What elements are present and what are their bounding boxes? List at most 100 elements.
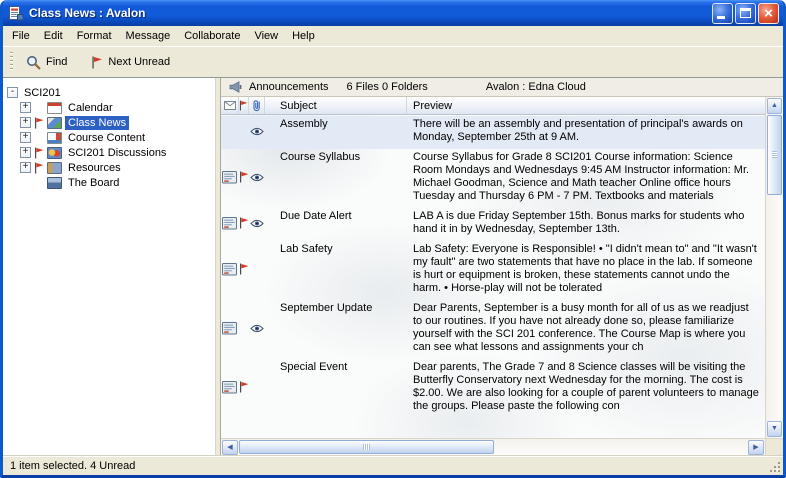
maximize-button[interactable] [735,3,756,24]
tree-item-label: Resources [65,161,124,175]
tree-item-the-board[interactable]: The Board [20,175,215,190]
vertical-scroll-thumb[interactable] [767,115,782,195]
unread-flag-icon [239,263,249,275]
message-preview: Lab Safety: Everyone is Responsible! • "… [407,243,765,295]
unread-flag-icon [239,381,249,393]
account-name: Avalon : Edna Cloud [486,81,586,93]
tree-root-sci201[interactable]: - SCI201 [7,85,215,100]
menu-item-collaborate[interactable]: Collaborate [177,27,247,45]
tree-root-label: SCI201 [21,86,64,100]
status-text: 1 item selected. 4 Unread [10,460,135,472]
vertical-scrollbar[interactable] [765,97,783,438]
message-row[interactable]: Assembly There will be an assembly and p… [221,116,765,149]
message-row[interactable]: Special Event Dear parents, The Grade 7 … [221,359,765,418]
horizontal-scroll-thumb[interactable] [239,440,494,454]
column-header-row: Subject Preview [221,97,765,115]
tree-expander-icon[interactable]: + [20,162,31,173]
scroll-right-button[interactable] [748,440,764,455]
close-button[interactable] [758,3,779,24]
tree-expander-icon[interactable]: + [20,102,31,113]
folder-icon [47,162,62,174]
folder-icon [47,132,62,144]
main-area: - SCI201 + Calendar + Class News + Cours… [3,77,783,455]
folder-icon [47,177,62,189]
tree-children: + Calendar + Class News + Course Content… [20,100,215,190]
minimize-button[interactable] [712,3,733,24]
app-icon [8,5,24,21]
column-header-type[interactable] [221,97,239,114]
envelope-icon [224,101,236,110]
menu-item-help[interactable]: Help [285,27,322,45]
tree-item-label: Course Content [65,131,148,145]
announcement-icon [229,81,242,93]
tree-item-class-news[interactable]: + Class News [20,115,215,130]
find-button[interactable]: Find [18,51,75,74]
tree-item-label: Calendar [65,101,116,115]
folder-icon [47,117,62,129]
title-bar[interactable]: Class News : Avalon [3,0,783,26]
message-subject: Course Syllabus [265,151,407,203]
message-subject: Special Event [265,361,407,413]
column-header-subject[interactable]: Subject [265,97,407,114]
unread-flag-icon [239,171,249,183]
tree-item-course-content[interactable]: + Course Content [20,130,215,145]
window-title: Class News : Avalon [29,6,707,20]
tree-expander-icon[interactable]: + [20,117,31,128]
unread-flag-icon [34,117,44,129]
viewed-eye-icon [250,324,264,333]
column-header-preview[interactable]: Preview [407,97,765,114]
resize-grip[interactable] [768,460,781,473]
window-controls [712,3,779,24]
tree-root-expander-icon[interactable]: - [7,87,18,98]
viewed-eye-icon [250,173,264,182]
scroll-up-button[interactable] [767,98,782,114]
message-row[interactable]: Due Date Alert LAB A is due Friday Septe… [221,208,765,241]
unread-flag-icon [239,100,248,111]
unread-flag-icon [34,162,44,174]
horizontal-scrollbar[interactable] [221,439,765,455]
message-list: Assembly There will be an assembly and p… [221,115,765,438]
app-window: Class News : Avalon FileEditFormatMessag… [0,0,786,478]
message-icon [222,262,238,276]
message-preview: LAB A is due Friday September 15th. Bonu… [407,210,765,236]
menu-item-view[interactable]: View [247,27,285,45]
unread-flag-icon [239,217,249,229]
tree-item-label: The Board [65,176,122,190]
scroll-down-button[interactable] [767,421,782,437]
scroll-left-button[interactable] [222,440,238,455]
next-unread-label: Next Unread [108,56,170,68]
horizontal-scroll-track[interactable] [494,439,747,455]
column-header-flag[interactable] [239,97,249,114]
message-row[interactable]: Course Syllabus Course Syllabus for Grad… [221,149,765,208]
vertical-scroll-track[interactable] [766,195,783,420]
menu-item-format[interactable]: Format [70,27,119,45]
message-subject: Due Date Alert [265,210,407,236]
message-icon [222,170,238,184]
search-icon [26,55,41,70]
tree-item-calendar[interactable]: + Calendar [20,100,215,115]
tree-item-resources[interactable]: + Resources [20,160,215,175]
content-header: Announcements 6 Files 0 Folders Avalon :… [221,78,783,97]
toolbar-grip[interactable] [10,52,13,72]
next-unread-button[interactable]: Next Unread [83,52,178,73]
message-preview: There will be an assembly and presentati… [407,118,765,144]
menu-item-edit[interactable]: Edit [37,27,70,45]
message-row[interactable]: September Update Dear Parents, September… [221,300,765,359]
tree-item-label: SCI201 Discussions [65,146,169,160]
menu-item-file[interactable]: File [5,27,37,45]
unread-flag-icon [91,56,103,69]
message-row[interactable]: Lab Safety Lab Safety: Everyone is Respo… [221,241,765,300]
column-header-attachment[interactable] [249,97,265,114]
tree-expander-icon[interactable]: + [20,132,31,143]
message-subject: Assembly [265,118,407,144]
message-preview: Dear Parents, September is a busy month … [407,302,765,354]
unread-flag-icon [34,147,44,159]
viewed-eye-icon [250,127,264,136]
list-wrap: Subject Preview [221,97,783,438]
folder-icon [47,147,62,159]
tree-expander-icon[interactable]: + [20,147,31,158]
message-preview: Dear parents, The Grade 7 and 8 Science … [407,361,765,413]
tree-item-sci201-discussions[interactable]: + SCI201 Discussions [20,145,215,160]
list-column: Subject Preview [221,97,765,438]
menu-item-message[interactable]: Message [119,27,178,45]
